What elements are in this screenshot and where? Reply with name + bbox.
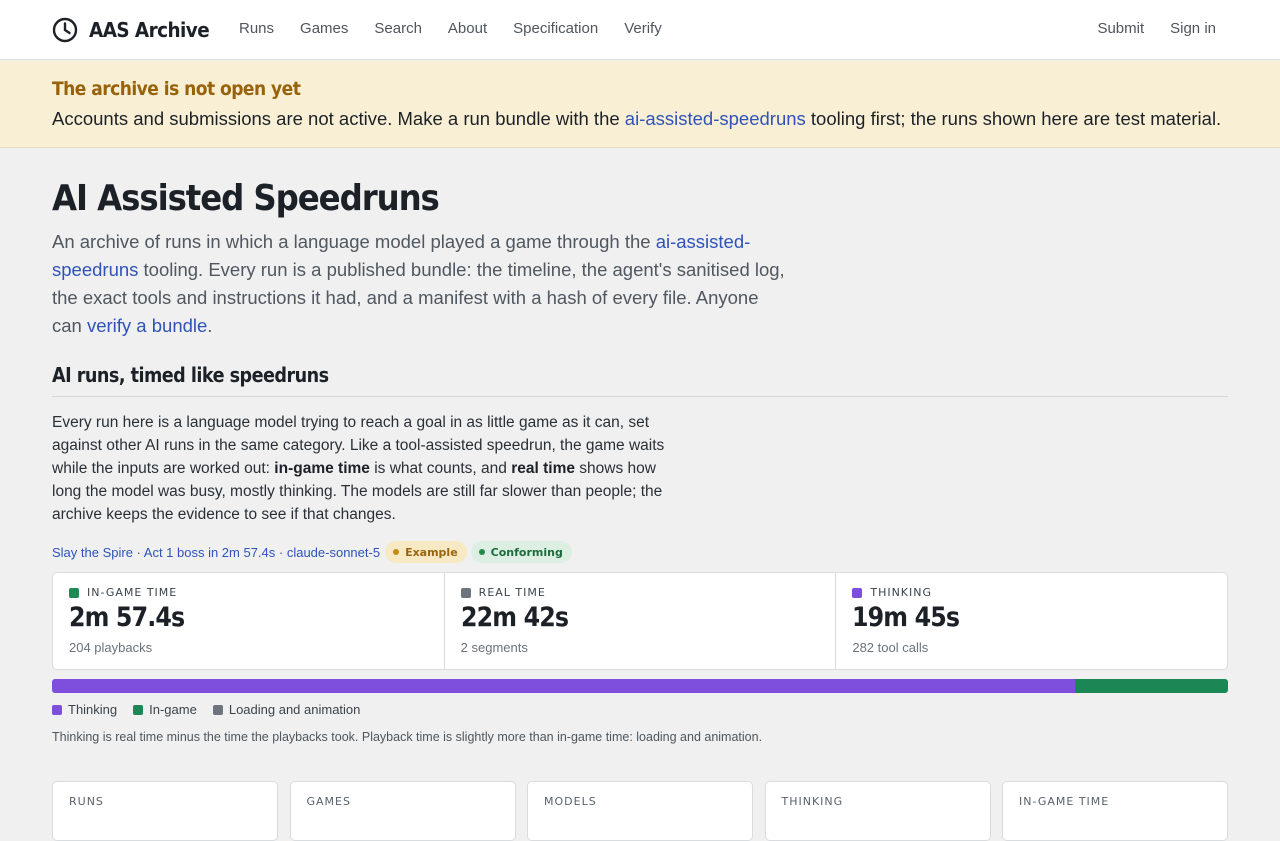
summary-card-thinking: THINKING (764, 781, 991, 841)
example-badge: Example (385, 541, 467, 563)
summary-card-label: MODELS (544, 795, 597, 808)
example-dot-icon (393, 549, 400, 555)
notice-text-before: Accounts and submissions are not active.… (52, 108, 625, 129)
stat-label-thinking-text: THINKING (870, 586, 933, 599)
run-stats-panel: IN-GAME TIME 2m 57.4s 204 playbacks REAL… (52, 572, 1228, 670)
in-game-legend-swatch-icon (133, 704, 144, 715)
brand-name[interactable]: AAS Archive (89, 18, 210, 42)
stat-label-in-game-text: IN-GAME TIME (87, 586, 178, 599)
stat-label-real-time-text: REAL TIME (478, 586, 546, 599)
summary-card-runs: RUNS (52, 781, 278, 841)
notice-text-after: tooling first; the runs shown here are t… (805, 108, 1222, 129)
lede-text-3: . (207, 315, 213, 336)
notice-text: Accounts and submissions are not active.… (52, 108, 1221, 130)
summary-card-label: IN-GAME TIME (1019, 795, 1110, 808)
sign-in-link[interactable]: Sign in (1170, 20, 1216, 37)
stat-value-thinking: 19m 45s (852, 602, 960, 633)
legend-thinking-label: Thinking (68, 702, 118, 717)
conforming-badge: Conforming (470, 541, 572, 563)
notice-tooling-link[interactable]: ai-assisted-speedruns (625, 108, 806, 129)
time-segment-thinking (52, 679, 1075, 693)
legend-in-game-label: In-game (149, 702, 197, 717)
stat-value-in-game: 2m 57.4s (69, 602, 185, 633)
notice-title: The archive is not open yet (52, 78, 301, 100)
submit-link[interactable]: Submit (1097, 20, 1144, 37)
example-run-row: Slay the Spire · Act 1 boss in 2m 57.4s … (52, 540, 576, 564)
nav-search[interactable]: Search (374, 20, 422, 37)
stat-label-real-time: REAL TIME (460, 586, 546, 599)
stat-thinking: THINKING 19m 45s 282 tool calls (836, 573, 1227, 669)
lede-text-1: An archive of runs in which a language m… (52, 231, 656, 252)
legend-loading: Loading and animation (212, 702, 361, 717)
time-note: Thinking is real time minus the time the… (52, 730, 763, 744)
legend-loading-label: Loading and animation (228, 702, 361, 717)
loading-legend-swatch-icon (212, 704, 223, 715)
section-heading: AI runs, timed like speedruns (52, 363, 329, 387)
real-time-term: real time (511, 460, 575, 477)
summary-card-label: THINKING (781, 795, 844, 808)
stat-label-in-game: IN-GAME TIME (69, 586, 177, 599)
summary-card-in-game-time: IN-GAME TIME (1002, 781, 1228, 841)
stat-in-game-time: IN-GAME TIME 2m 57.4s 204 playbacks (53, 573, 445, 669)
stat-label-thinking: THINKING (852, 586, 932, 599)
example-badge-label: Example (405, 545, 458, 559)
nav-games[interactable]: Games (300, 20, 348, 37)
stat-real-time: REAL TIME 22m 42s 2 segments (445, 573, 837, 669)
stat-sub-real-time: 2 segments (460, 640, 528, 655)
nav-about[interactable]: About (448, 20, 487, 37)
verify-bundle-link[interactable]: verify a bundle (87, 315, 207, 336)
summary-card-games: GAMES (289, 781, 516, 841)
main-nav: Runs Games Search About Specification Ve… (239, 20, 688, 37)
time-segment-in-game (1075, 679, 1228, 693)
stat-sub-thinking: 282 tool calls (852, 640, 929, 655)
in-game-swatch-icon (69, 587, 79, 598)
legend-thinking: Thinking (52, 702, 117, 717)
example-run-link[interactable]: Slay the Spire · Act 1 boss in 2m 57.4s … (52, 545, 380, 560)
real-time-swatch-icon (460, 587, 471, 598)
section-paragraph: Every run here is a language model tryin… (52, 411, 672, 526)
time-legend: Thinking In-game Loading and animation (52, 702, 376, 717)
conforming-badge-label: Conforming (490, 545, 563, 559)
stat-sub-in-game: 204 playbacks (69, 640, 153, 655)
account-nav: Submit Sign in (1071, 20, 1216, 37)
section-text-2: is what counts, and (369, 460, 512, 477)
summary-card-label: GAMES (306, 795, 351, 808)
nav-verify[interactable]: Verify (624, 20, 662, 37)
thinking-swatch-icon (852, 587, 863, 598)
summary-cards: RUNS GAMES MODELS THINKING IN-GAME TIME (52, 781, 1228, 841)
summary-card-models: MODELS (527, 781, 753, 841)
nav-runs[interactable]: Runs (239, 20, 274, 37)
section-divider (52, 396, 1228, 397)
in-game-time-term: in-game time (274, 460, 370, 477)
summary-card-label: RUNS (69, 795, 104, 808)
nav-specification[interactable]: Specification (513, 20, 598, 37)
conforming-dot-icon (478, 549, 485, 555)
thinking-legend-swatch-icon (52, 704, 62, 715)
page-title: AI Assisted Speedruns (52, 178, 440, 219)
clock-icon (52, 17, 78, 43)
legend-in-game: In-game (133, 702, 197, 717)
notice-banner: The archive is not open yet Accounts and… (0, 61, 1280, 148)
top-nav: AAS Archive Runs Games Search About Spec… (0, 0, 1280, 60)
brand-logo-link[interactable]: AAS Archive (52, 17, 220, 43)
lede-paragraph: An archive of runs in which a language m… (52, 228, 792, 340)
time-breakdown-bar (52, 679, 1228, 693)
stat-value-real-time: 22m 42s (460, 602, 569, 633)
